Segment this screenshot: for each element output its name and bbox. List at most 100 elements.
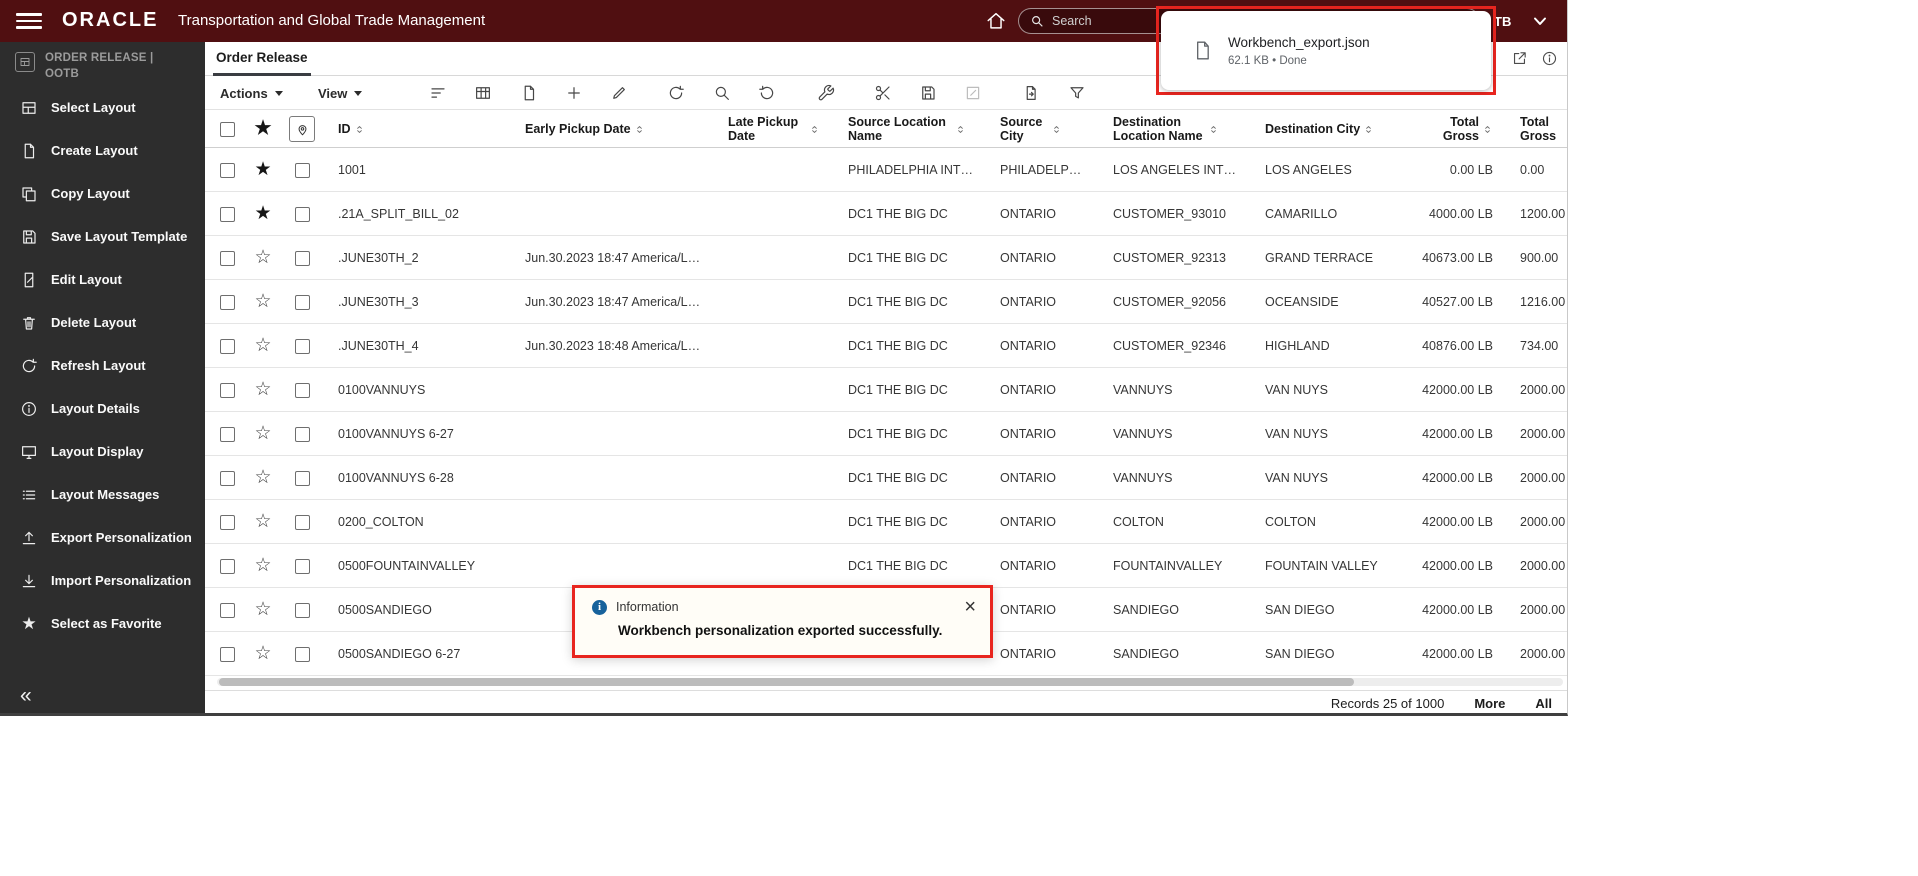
scrollbar-thumb[interactable] [219,678,1354,686]
table-row[interactable]: ★ 1001 PHILADELPHIA INT… PHILADELP… LOS … [205,148,1567,192]
sort-icon[interactable] [354,122,365,137]
row-favorite-star[interactable]: ☆ [247,324,279,368]
cut-button[interactable] [872,82,894,104]
column-header-destination-city[interactable]: Destination City [1265,110,1383,148]
row-pin-checkbox[interactable] [294,426,310,442]
row-checkbox[interactable] [219,426,235,442]
table-row[interactable]: ☆ .JUNE30TH_3 Jun.30.2023 18:47 America/… [205,280,1567,324]
close-icon[interactable]: × [964,597,976,617]
sidebar-item-edit-layout[interactable]: Edit Layout [0,258,205,301]
tab-order-release[interactable]: Order Release [213,42,311,76]
row-pin-checkbox[interactable] [294,558,310,574]
favorite-column-header[interactable]: ★ [247,110,279,148]
sidebar-item-save-layout-template[interactable]: Save Layout Template [0,215,205,258]
sidebar-item-select-layout[interactable]: Select Layout [0,86,205,129]
sidebar-item-layout-details[interactable]: Layout Details [0,387,205,430]
row-favorite-star[interactable]: ★ [247,148,279,192]
row-pin-checkbox[interactable] [294,602,310,618]
edit-box-button[interactable] [962,82,984,104]
sidebar-item-export-personalization[interactable]: Export Personalization [0,516,205,559]
cell-id[interactable]: .21A_SPLIT_BILL_02 [338,192,520,236]
sort-icon[interactable] [809,122,820,137]
row-pin-checkbox[interactable] [294,250,310,266]
sidebar-item-copy-layout[interactable]: Copy Layout [0,172,205,215]
add-button[interactable] [563,82,585,104]
column-header-late-pickup-date[interactable]: Late Pickup Date [728,110,844,148]
row-checkbox[interactable] [219,206,235,222]
cell-id[interactable]: .JUNE30TH_2 [338,236,520,280]
row-favorite-star[interactable]: ☆ [247,588,279,632]
row-favorite-star[interactable]: ★ [247,192,279,236]
table-row[interactable]: ☆ 0100VANNUYS DC1 THE BIG DC ONTARIO VAN… [205,368,1567,412]
sort-icon[interactable] [1565,122,1568,137]
row-checkbox[interactable] [219,162,235,178]
row-pin-checkbox[interactable] [294,294,310,310]
table-row[interactable]: ☆ 0200_COLTON DC1 THE BIG DC ONTARIO COL… [205,500,1567,544]
cell-id[interactable]: 0100VANNUYS [338,368,520,412]
select-all-checkbox[interactable] [219,121,235,137]
cell-id[interactable]: 0100VANNUYS 6-27 [338,412,520,456]
row-pin-checkbox[interactable] [294,470,310,486]
view-dropdown[interactable]: View [318,76,363,110]
row-favorite-star[interactable]: ☆ [247,632,279,676]
table-row[interactable]: ☆ 0100VANNUYS 6-27 DC1 THE BIG DC ONTARI… [205,412,1567,456]
row-pin-checkbox[interactable] [294,206,310,222]
table-row[interactable]: ★ .21A_SPLIT_BILL_02 DC1 THE BIG DC ONTA… [205,192,1567,236]
actions-dropdown[interactable]: Actions [220,76,283,110]
row-checkbox[interactable] [219,294,235,310]
row-favorite-star[interactable]: ☆ [247,280,279,324]
sidebar-item-delete-layout[interactable]: Delete Layout [0,301,205,344]
download-item[interactable]: Workbench_export.json 62.1 KB • Done [1161,11,1491,90]
sort-rows-button[interactable] [427,82,449,104]
column-header-source-city[interactable]: Source City [1000,110,1108,148]
cell-id[interactable]: 1001 [338,148,520,192]
row-pin-checkbox[interactable] [294,382,310,398]
row-checkbox[interactable] [219,514,235,530]
horizontal-scrollbar[interactable] [217,678,1563,686]
reload-button[interactable] [756,82,778,104]
row-checkbox[interactable] [219,646,235,662]
pin-column-header[interactable] [289,116,315,142]
sort-icon[interactable] [634,122,645,137]
row-favorite-star[interactable]: ☆ [247,500,279,544]
row-checkbox[interactable] [219,338,235,354]
sidebar-item-refresh-layout[interactable]: Refresh Layout [0,344,205,387]
new-document-button[interactable] [518,82,540,104]
chevron-down-icon[interactable] [1530,11,1550,31]
home-icon[interactable] [985,10,1007,32]
row-favorite-star[interactable]: ☆ [247,456,279,500]
sort-icon[interactable] [1208,122,1219,137]
refresh-button[interactable] [665,82,687,104]
column-header-early-pickup-date[interactable]: Early Pickup Date [525,110,725,148]
cell-id[interactable]: 0200_COLTON [338,500,520,544]
column-header-total-gross[interactable]: Total Gross [1383,110,1493,148]
all-link[interactable]: All [1535,696,1552,711]
edit-button[interactable] [608,82,630,104]
row-checkbox[interactable] [219,382,235,398]
row-favorite-star[interactable]: ☆ [247,412,279,456]
column-header-id[interactable]: ID [338,110,520,148]
cell-id[interactable]: 0500SANDIEGO 6-27 [338,632,520,676]
column-header-total-gross-2[interactable]: Total Gross [1520,110,1568,148]
row-favorite-star[interactable]: ☆ [247,368,279,412]
row-checkbox[interactable] [219,250,235,266]
sidebar-item-import-personalization[interactable]: Import Personalization [0,559,205,602]
row-pin-checkbox[interactable] [294,338,310,354]
sort-icon[interactable] [1363,122,1374,137]
cell-id[interactable]: .JUNE30TH_3 [338,280,520,324]
column-header-destination-location-name[interactable]: Destination Location Name [1113,110,1261,148]
sort-icon[interactable] [1051,122,1062,137]
row-pin-checkbox[interactable] [294,162,310,178]
row-checkbox[interactable] [219,602,235,618]
row-checkbox[interactable] [219,470,235,486]
table-row[interactable]: ☆ .JUNE30TH_2 Jun.30.2023 18:47 America/… [205,236,1567,280]
row-checkbox[interactable] [219,558,235,574]
cell-id[interactable]: 0500FOUNTAINVALLEY [338,544,520,588]
row-pin-checkbox[interactable] [294,514,310,530]
sidebar-item-create-layout[interactable]: Create Layout [0,129,205,172]
sidebar-item-layout-display[interactable]: Layout Display [0,430,205,473]
user-menu[interactable]: TB [1494,14,1511,29]
sort-icon[interactable] [955,122,966,137]
table-row[interactable]: ☆ 0100VANNUYS 6-28 DC1 THE BIG DC ONTARI… [205,456,1567,500]
cell-id[interactable]: .JUNE30TH_4 [338,324,520,368]
